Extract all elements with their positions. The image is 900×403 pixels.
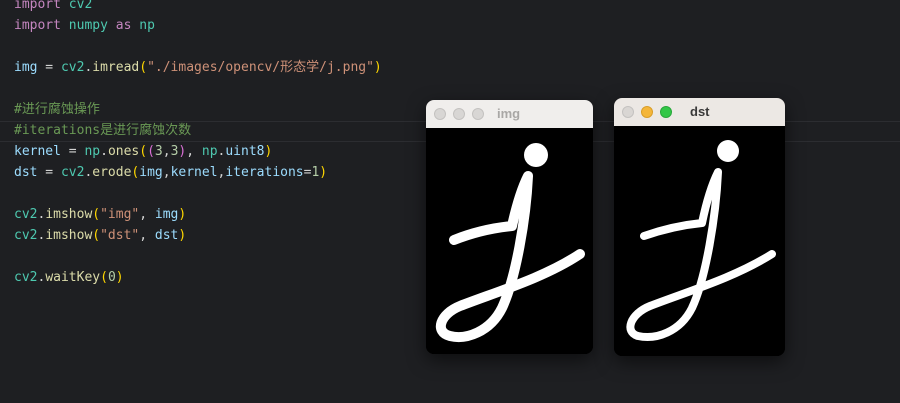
- code-line-9: dst = cv2.erode(img,kernel,iterations=1): [14, 165, 328, 180]
- module-name: cv2: [14, 228, 38, 243]
- module-name: np: [84, 144, 101, 159]
- code-line-12: cv2.imshow("dst", dst): [14, 228, 187, 243]
- code-line-11: cv2.imshow("img", img): [14, 207, 187, 222]
- variable: img: [14, 60, 38, 75]
- letter-j-image: [435, 143, 585, 342]
- module-name: cv2: [68, 0, 93, 12]
- comment-line: #iterations是进行腐蚀次数: [14, 123, 192, 138]
- image-canvas: [426, 128, 593, 354]
- assign-op: =: [60, 144, 85, 159]
- minimize-button[interactable]: [641, 106, 653, 118]
- string-literal: "./images/opencv/形态学/j.png": [147, 60, 374, 75]
- assign-op: =: [37, 165, 61, 180]
- argument: kernel: [170, 165, 218, 180]
- window-title: dst: [690, 104, 710, 119]
- keyword: import: [14, 0, 61, 12]
- code-line-1: import cv2: [14, 0, 92, 15]
- code-line-8: kernel = np.ones((3,3), np.uint8): [14, 144, 273, 159]
- zoom-button[interactable]: [660, 106, 672, 118]
- variable: kernel: [14, 144, 61, 159]
- number: 3: [154, 144, 163, 159]
- variable: dst: [14, 165, 38, 180]
- code-line-14: cv2.waitKey(0): [14, 270, 124, 285]
- img-window[interactable]: img: [426, 100, 593, 354]
- close-button[interactable]: [622, 106, 634, 118]
- module-name: cv2: [60, 60, 85, 75]
- window-title: img: [497, 106, 521, 121]
- function-name: waitKey: [45, 270, 101, 285]
- image-canvas: [614, 126, 785, 356]
- assign-op: =: [37, 60, 61, 75]
- argument: img: [139, 165, 163, 180]
- attribute: uint8: [225, 144, 265, 159]
- close-button[interactable]: [434, 108, 446, 120]
- function-name: imshow: [45, 207, 93, 222]
- dst-window-titlebar[interactable]: dst: [614, 98, 785, 126]
- string-literal: "dst": [100, 228, 140, 243]
- argument: img: [154, 207, 179, 222]
- module-name: np: [201, 144, 218, 159]
- module-name: numpy: [68, 18, 108, 33]
- img-window-titlebar[interactable]: img: [426, 100, 593, 128]
- number: 0: [107, 270, 116, 285]
- code-line-4: img = cv2.imread("./images/opencv/形态学/j.…: [14, 60, 382, 75]
- function-name: erode: [92, 165, 132, 180]
- function-name: ones: [107, 144, 140, 159]
- letter-j-eroded-image: [626, 140, 776, 341]
- function-name: imshow: [45, 228, 93, 243]
- keyword: import: [14, 18, 61, 33]
- dst-window[interactable]: dst: [614, 98, 785, 356]
- module-name: cv2: [14, 207, 38, 222]
- keyword: as: [115, 18, 132, 33]
- string-literal: "img": [100, 207, 140, 222]
- module-alias: np: [139, 18, 155, 33]
- function-name: imread: [92, 60, 140, 75]
- comment-line: #进行腐蚀操作: [14, 102, 100, 117]
- keyword-argument: iterations: [225, 165, 304, 180]
- module-name: cv2: [60, 165, 85, 180]
- minimize-button[interactable]: [453, 108, 465, 120]
- code-line-2: import numpy as np: [14, 15, 155, 36]
- argument: dst: [154, 228, 179, 243]
- module-name: cv2: [14, 270, 38, 285]
- zoom-button[interactable]: [472, 108, 484, 120]
